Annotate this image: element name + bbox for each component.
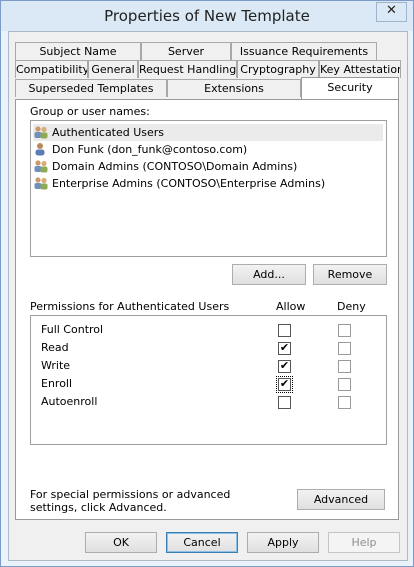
tab-label: General <box>91 63 135 76</box>
tab-compatibility[interactable]: Compatibility <box>15 60 88 78</box>
tab-issuance-requirements[interactable]: Issuance Requirements <box>231 42 377 60</box>
tab-cryptography[interactable]: Cryptography <box>237 60 319 78</box>
permission-row-full-control: Full Control <box>31 321 386 339</box>
tab-general[interactable]: General <box>88 60 138 78</box>
user-name: Domain Admins (CONTOSO\Domain Admins) <box>52 160 298 173</box>
tab-label: Issuance Requirements <box>239 45 369 58</box>
allow-checkbox-read[interactable]: ✔ <box>278 342 291 355</box>
deny-checkbox-write[interactable] <box>338 360 351 373</box>
tab-label: Security <box>327 81 373 94</box>
user-name: Authenticated Users <box>52 126 165 139</box>
tab-label: Subject Name <box>39 45 117 58</box>
list-item[interactable]: Enterprise Admins (CONTOSO\Enterprise Ad… <box>33 175 383 192</box>
tab-security[interactable]: Security <box>301 77 399 99</box>
allow-checkbox-full-control[interactable] <box>278 324 291 337</box>
allow-checkbox-enroll[interactable]: ✔ <box>276 376 293 393</box>
advanced-button[interactable]: Advanced <box>297 489 385 510</box>
dialog-client-area: Subject Name Server Issuance Requirement… <box>8 31 408 561</box>
title-bar[interactable]: Properties of New Template ✕ <box>1 1 413 31</box>
group-icon <box>33 176 49 190</box>
properties-window: Properties of New Template ✕ Subject Nam… <box>0 0 414 567</box>
list-item[interactable]: Don Funk (don_funk@contoso.com) <box>33 141 383 158</box>
ok-button[interactable]: OK <box>85 532 157 553</box>
user-name: Enterprise Admins (CONTOSO\Enterprise Ad… <box>52 177 326 190</box>
deny-checkbox-enroll[interactable] <box>338 378 351 391</box>
window-title: Properties of New Template <box>104 7 310 25</box>
user-name: Don Funk (don_funk@contoso.com) <box>52 143 248 156</box>
tab-label: Extensions <box>204 82 264 95</box>
deny-checkbox-full-control[interactable] <box>338 324 351 337</box>
deny-column-header: Deny <box>337 300 366 313</box>
special-permissions-note: For special permissions or advanced sett… <box>30 488 231 514</box>
list-item[interactable]: Domain Admins (CONTOSO\Domain Admins) <box>33 158 383 175</box>
allow-checkbox-write[interactable]: ✔ <box>278 360 291 373</box>
tab-label: Superseded Templates <box>28 82 154 95</box>
security-tab-panel: Group or user names: Authenticated Users… <box>15 99 399 520</box>
tab-label: Key Attestation <box>320 63 401 76</box>
permission-name: Write <box>41 359 71 372</box>
deny-checkbox-autoenroll[interactable] <box>338 396 351 409</box>
close-icon: ✕ <box>386 3 397 18</box>
permission-row-enroll: Enroll ✔ <box>31 375 386 393</box>
tab-label: Server <box>167 45 205 58</box>
permission-name: Autoenroll <box>41 395 98 408</box>
add-button[interactable]: Add... <box>232 264 306 285</box>
group-icon <box>33 159 49 173</box>
tab-label: Compatibility <box>16 63 88 76</box>
tab-superseded-templates[interactable]: Superseded Templates <box>15 79 167 97</box>
group-names-label: Group or user names: <box>30 105 150 118</box>
tab-key-attestation[interactable]: Key Attestation <box>319 60 401 78</box>
permission-name: Enroll <box>41 377 73 390</box>
remove-button[interactable]: Remove <box>313 264 387 285</box>
permission-name: Read <box>41 341 69 354</box>
permission-name: Full Control <box>41 323 104 336</box>
cancel-button[interactable]: Cancel <box>166 532 238 553</box>
tab-extensions[interactable]: Extensions <box>167 79 301 97</box>
tab-subject-name[interactable]: Subject Name <box>15 42 141 60</box>
permission-row-write: Write ✔ <box>31 357 386 375</box>
permission-row-read: Read ✔ <box>31 339 386 357</box>
help-button[interactable]: Help <box>328 532 400 553</box>
tab-label: Request Handling <box>139 63 237 76</box>
allow-column-header: Allow <box>276 300 306 313</box>
group-icon <box>33 125 49 139</box>
list-item[interactable]: Authenticated Users <box>33 124 383 141</box>
permissions-label: Permissions for Authenticated Users <box>30 300 230 313</box>
tab-label: Cryptography <box>240 63 316 76</box>
user-icon <box>33 142 49 156</box>
tab-server[interactable]: Server <box>141 42 231 60</box>
apply-button[interactable]: Apply <box>247 532 319 553</box>
tab-request-handling[interactable]: Request Handling <box>138 60 237 78</box>
group-user-listbox[interactable]: Authenticated Users Don Funk (don_funk@c… <box>30 120 387 257</box>
permission-row-autoenroll: Autoenroll <box>31 393 386 411</box>
permissions-list: Full Control Read ✔ Write ✔ Enroll ✔ Aut… <box>30 315 387 445</box>
deny-checkbox-read[interactable] <box>338 342 351 355</box>
allow-checkbox-autoenroll[interactable] <box>278 396 291 409</box>
close-button[interactable]: ✕ <box>376 2 407 22</box>
